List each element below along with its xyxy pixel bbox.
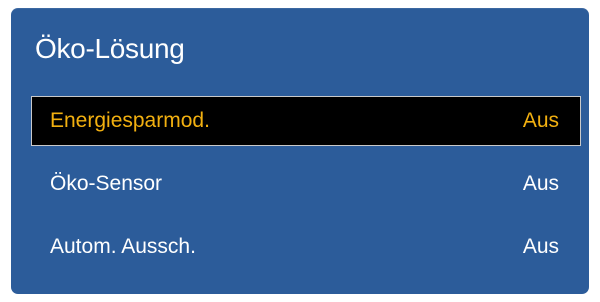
menu-item-value: Aus bbox=[522, 172, 559, 195]
eco-solution-menu-panel: Öko-Lösung Energiesparmod. Aus Öko-Senso… bbox=[11, 8, 589, 294]
menu-item-label: Öko-Sensor bbox=[50, 172, 163, 195]
menu-item-auto-power-off[interactable]: Autom. Aussch. Aus bbox=[31, 222, 581, 272]
menu-item-value: Aus bbox=[522, 109, 559, 132]
menu-item-label: Energiesparmod. bbox=[50, 109, 210, 132]
menu-item-value: Aus bbox=[522, 235, 559, 258]
menu-item-label: Autom. Aussch. bbox=[50, 235, 196, 258]
menu-item-energy-saving-mode[interactable]: Energiesparmod. Aus bbox=[31, 96, 581, 146]
menu-item-eco-sensor[interactable]: Öko-Sensor Aus bbox=[31, 159, 581, 209]
menu-title: Öko-Lösung bbox=[35, 33, 185, 64]
menu-list: Energiesparmod. Aus Öko-Sensor Aus Autom… bbox=[31, 96, 581, 285]
